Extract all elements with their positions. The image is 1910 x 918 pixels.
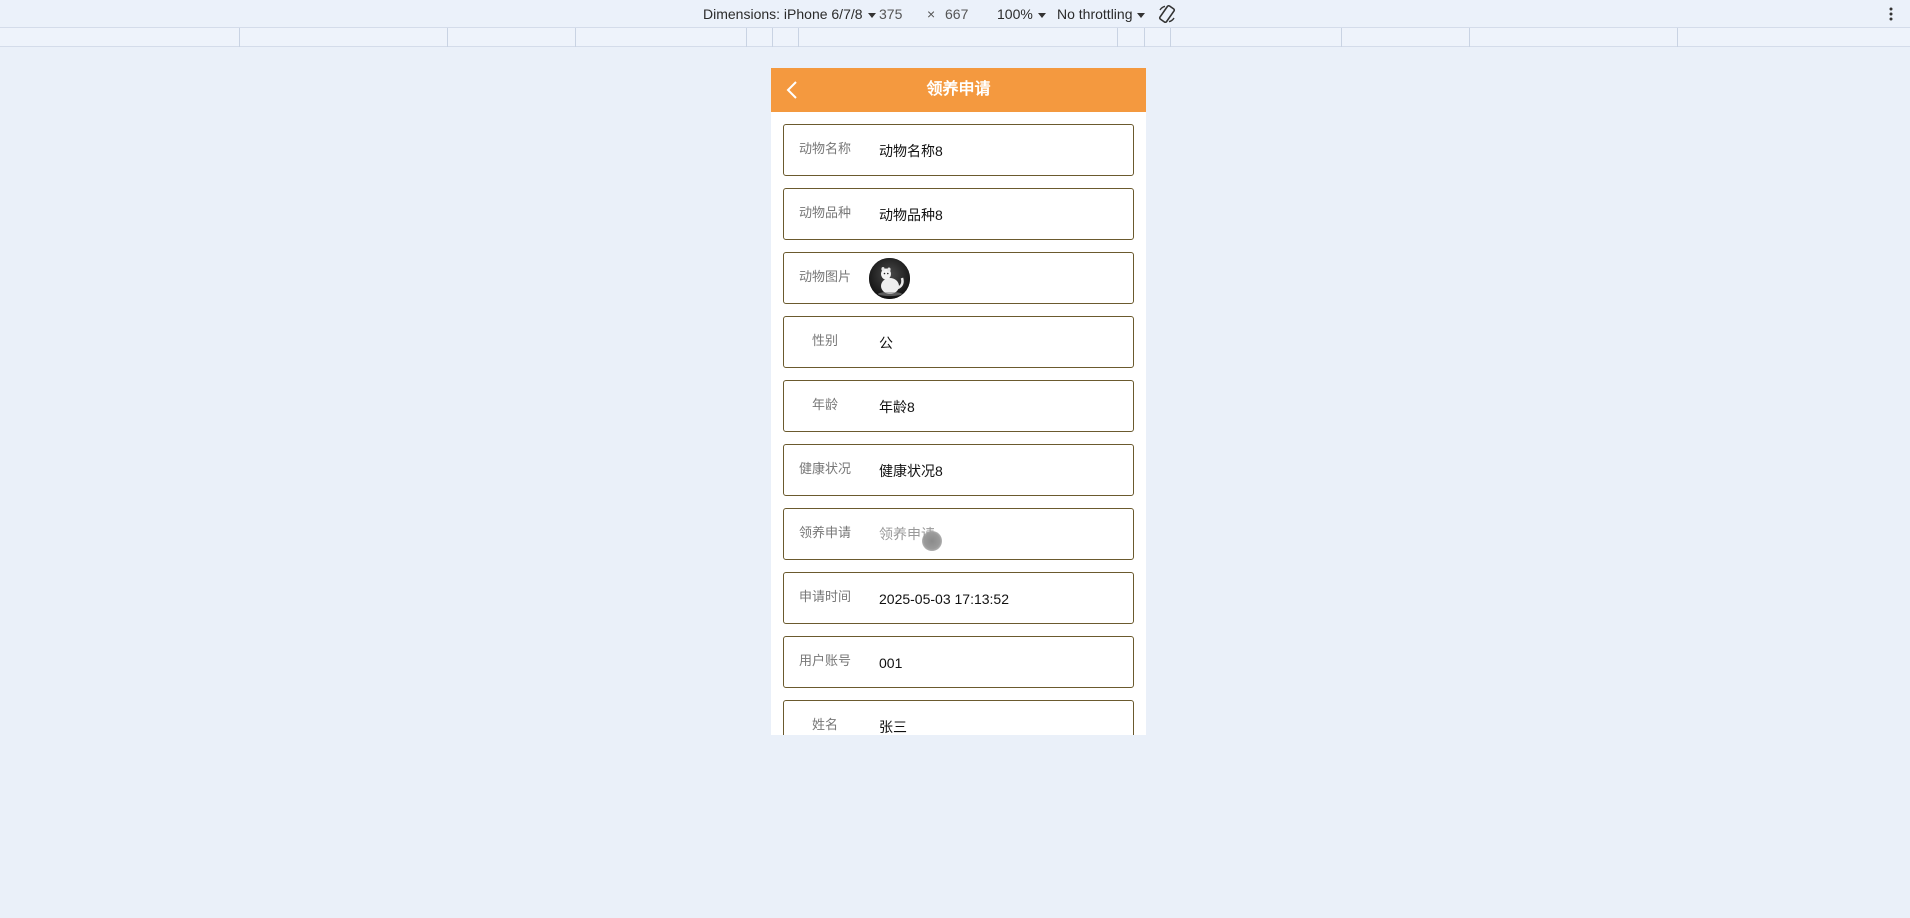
form-row-health: 健康状况 健康状况8 [783,444,1134,496]
ruler-tick [239,28,240,47]
form-row-gender: 性别 公 [783,316,1134,368]
application-input[interactable] [879,521,1119,547]
zoom-select[interactable]: 100% [997,0,1046,28]
viewport-height-input[interactable]: 667 [945,0,968,28]
animal-breed-value: 动物品种8 [879,207,943,223]
page-title: 领养申请 [926,81,991,98]
field-label: 动物名称 [798,141,851,156]
throttling-label: No throttling [1057,6,1133,22]
user-account-value: 001 [879,655,903,671]
apply-time-value: 2025-05-03 17:13:52 [879,591,1009,607]
zoom-label: 100% [997,6,1033,22]
animal-photo-image [869,258,910,299]
device-select-label: Dimensions: iPhone 6/7/8 [703,6,863,22]
form-row-animal-name: 动物名称 动物名称8 [783,124,1134,176]
chevron-down-icon [1137,12,1146,18]
ruler-tick [1469,28,1470,47]
ruler-tick [1170,28,1171,47]
form-row-application: 领养申请 [783,508,1134,560]
field-label: 申请时间 [798,589,851,604]
field-label: 健康状况 [798,461,851,476]
phone-viewport: 领养申请 动物名称 动物名称8 动物品种 动物品种8 动物图片 性别 公 年龄 … [771,68,1146,735]
form-row-animal-image: 动物图片 [783,252,1134,304]
ruler-tick [1341,28,1342,47]
animal-name-value: 动物名称8 [879,143,943,159]
ruler-tick [772,28,773,47]
field-label: 动物图片 [798,269,851,284]
ruler-tick [746,28,747,47]
form-row-name: 姓名 张三 [783,700,1134,735]
field-label: 动物品种 [798,205,851,220]
gender-value: 公 [879,335,893,351]
name-value: 张三 [879,719,907,735]
dimension-times: × [927,6,936,22]
rotate-icon[interactable] [1157,4,1177,24]
touch-cursor [922,531,942,551]
ruler-tick [1144,28,1145,47]
form-row-animal-breed: 动物品种 动物品种8 [783,188,1134,240]
device-select[interactable]: Dimensions: iPhone 6/7/8 [703,0,876,28]
ruler-tick [798,28,799,47]
throttling-select[interactable]: No throttling [1057,0,1146,28]
adoption-form: 动物名称 动物名称8 动物品种 动物品种8 动物图片 性别 公 年龄 年龄8 健… [771,112,1146,735]
field-label: 领养申请 [798,525,851,540]
animal-image[interactable] [869,258,910,299]
chevron-down-icon [867,12,876,18]
field-label: 用户账号 [798,653,851,668]
app-header: 领养申请 [771,68,1146,112]
chevron-down-icon [1037,12,1046,18]
devtools-device-toolbar: Dimensions: iPhone 6/7/8 375 × 667 100% … [0,0,1910,28]
ruler-tick [1117,28,1118,47]
ruler-tick [575,28,576,47]
field-label: 年龄 [811,397,838,412]
viewport-width-input[interactable]: 375 [879,0,902,28]
form-row-age: 年龄 年龄8 [783,380,1134,432]
field-label: 性别 [811,333,838,348]
form-row-apply-time: 申请时间 2025-05-03 17:13:52 [783,572,1134,624]
kebab-menu-icon[interactable] [1888,4,1894,24]
health-value: 健康状况8 [879,463,943,479]
age-value: 年龄8 [879,399,915,415]
field-label: 姓名 [811,717,838,732]
form-row-user-account: 用户账号 001 [783,636,1134,688]
media-query-ruler [0,28,1910,47]
ruler-tick [447,28,448,47]
ruler-tick [1677,28,1678,47]
